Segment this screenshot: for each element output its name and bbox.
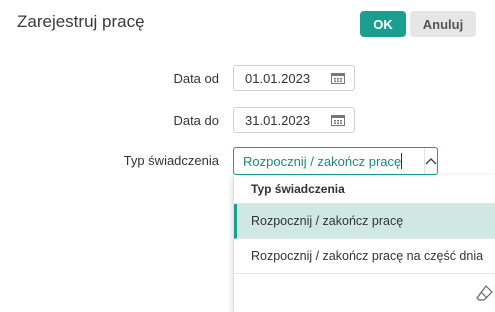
type-select[interactable]: Rozpocznij / zakończ pracę xyxy=(233,147,438,175)
date-from-label: Data od xyxy=(173,71,219,86)
dropdown-option-start-stop[interactable]: Rozpocznij / zakończ pracę xyxy=(234,204,495,239)
type-select-value[interactable]: Rozpocznij / zakończ pracę xyxy=(234,154,401,169)
type-dropdown: Typ świadczenia Rozpocznij / zakończ pra… xyxy=(233,175,495,312)
cancel-button[interactable]: Anuluj xyxy=(410,11,476,37)
date-from-value: 01.01.2023 xyxy=(245,70,311,86)
date-to-value: 31.01.2023 xyxy=(245,112,311,128)
dropdown-header: Typ świadczenia xyxy=(234,175,495,204)
dropdown-option-partial-day[interactable]: Rozpocznij / zakończ pracę na część dnia xyxy=(234,239,495,274)
type-label: Typ świadczenia xyxy=(123,153,219,168)
ok-button[interactable]: OK xyxy=(360,11,406,37)
date-to-label: Data do xyxy=(173,113,219,128)
calendar-icon[interactable] xyxy=(331,72,345,84)
eraser-icon[interactable] xyxy=(476,284,494,302)
date-to-field[interactable]: 31.01.2023 xyxy=(233,107,355,133)
dialog-title: Zarejestruj pracę xyxy=(17,12,145,31)
date-from-field[interactable]: 01.01.2023 xyxy=(233,65,355,91)
dropdown-footer xyxy=(234,274,495,312)
chevron-up-icon[interactable] xyxy=(423,148,437,174)
calendar-icon[interactable] xyxy=(331,114,345,126)
